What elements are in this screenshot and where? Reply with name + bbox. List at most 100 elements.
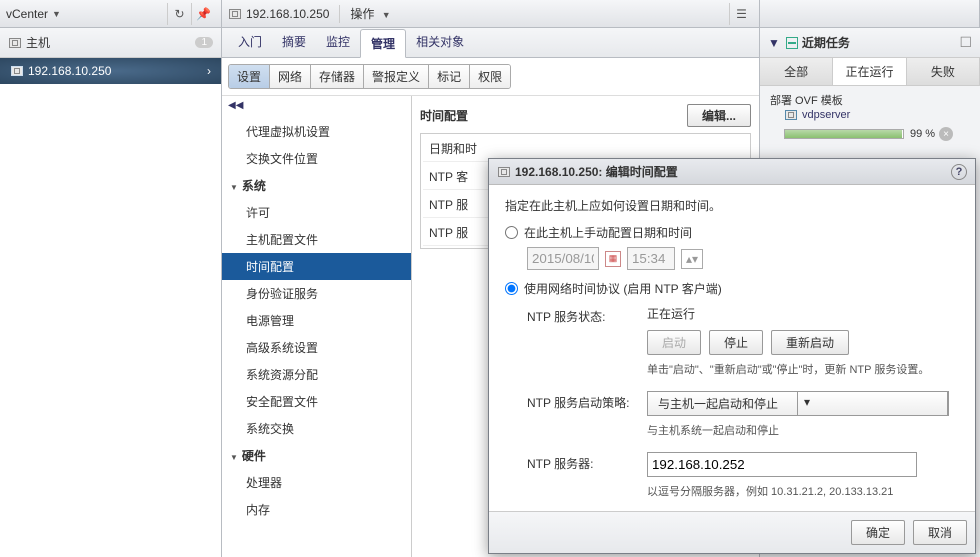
nav-item[interactable]: 处理器 [222,469,411,496]
ntp-status-value: 正在运行 [647,305,959,322]
progress-bar [784,129,904,139]
chevron-right-icon: › [207,64,211,78]
pill-tags[interactable]: 标记 [429,65,470,88]
nav-item[interactable]: 主机配置文件 [222,226,411,253]
dialog-body: 指定在此主机上应如何设置日期和时间。 在此主机上手动配置日期和时间 ▦ ▴▾ 使… [489,185,975,511]
vcenter-dropdown[interactable]: vCenter ▼ ↻ 📌 [0,0,222,27]
dialog-title-ip: 192.168.10.250 [515,165,598,179]
time-field[interactable] [627,247,675,270]
calendar-icon[interactable]: ▦ [605,251,621,267]
nav-item[interactable]: 代理虚拟机设置 [222,118,411,145]
nav-group-system[interactable]: 系统 [222,172,411,199]
radio-manual-input[interactable] [505,226,518,239]
inventory-panel: 主机 1 192.168.10.250 › [0,28,222,557]
tasks-tabstrip: 全部 正在运行 失败 [760,58,980,86]
pill-alarms[interactable]: 警报定义 [364,65,429,88]
refresh-icon[interactable]: ↻ [167,3,191,25]
edit-time-config-dialog: 192.168.10.250: 编辑时间配置 ? 指定在此主机上应如何设置日期和… [488,158,976,554]
pill-network[interactable]: 网络 [270,65,311,88]
lbl-ntp-status: NTP 服务状态: [527,305,647,325]
cancel-button[interactable]: 取消 [913,520,967,545]
inventory-title: 主机 [26,34,50,51]
vcenter-label: vCenter [6,7,48,21]
progress-label: 99 % [910,128,935,140]
filter-icon[interactable]: ☰ [729,3,753,25]
actions-menu[interactable]: 操作 ▼ [350,5,390,22]
help-icon[interactable]: ? [951,164,967,180]
cancel-task-button[interactable]: × [939,127,953,141]
radio-manual-label: 在此主机上手动配置日期和时间 [524,224,692,241]
nav-item[interactable]: 电源管理 [222,307,411,334]
host-icon [497,165,511,179]
sub-toolbar: 设置 网络 存储器 警报定义 标记 权限 [222,58,759,96]
content-title-row: 时间配置 编辑... [420,104,751,127]
object-header: 192.168.10.250 操作 ▼ ☰ [222,0,760,27]
date-field[interactable] [527,247,599,270]
tab-related[interactable]: 相关对象 [406,28,474,57]
ntp-server-input[interactable] [647,452,917,477]
nav-group-hardware[interactable]: 硬件 [222,442,411,469]
radio-manual-time[interactable]: 在此主机上手动配置日期和时间 [505,224,959,241]
tab-summary[interactable]: 摘要 [272,28,316,57]
tab-manage[interactable]: 管理 [360,29,406,58]
task-name: 部署 OVF 模板 [770,92,970,108]
radio-ntp[interactable]: 使用网络时间协议 (启用 NTP 客户端) [505,280,959,297]
edit-button[interactable]: 编辑... [687,104,751,127]
tab-getting-started[interactable]: 入门 [228,28,272,57]
pin-icon[interactable]: 📌 [191,3,215,25]
main-tabstrip: 入门 摘要 监控 管理 相关对象 [222,28,759,58]
rtab-all[interactable]: 全部 [760,58,833,85]
nav-item-time-config[interactable]: 时间配置 [222,253,411,280]
collapse-toggle-icon[interactable]: ▼ [768,36,780,50]
right-top-strip [760,0,980,27]
pill-settings[interactable]: 设置 [229,65,270,88]
nav-item[interactable]: 交换文件位置 [222,145,411,172]
rtab-running[interactable]: 正在运行 [833,58,906,85]
host-icon [8,36,22,50]
nav-item[interactable]: 高级系统设置 [222,334,411,361]
nav-item[interactable]: 许可 [222,199,411,226]
settings-sidenav: ◀◀ 代理虚拟机设置 交换文件位置 系统 许可 主机配置文件 时间配置 身份验证… [222,96,412,557]
dialog-titlebar[interactable]: 192.168.10.250: 编辑时间配置 ? [489,159,975,185]
time-stepper[interactable]: ▴▾ [681,249,703,269]
ok-button[interactable]: 确定 [851,520,905,545]
nav-item[interactable]: 安全配置文件 [222,388,411,415]
task-target-link[interactable]: vdpserver [784,108,850,122]
hint-policy: 与主机系统一起启动和停止 [647,422,959,438]
progress-row: 99 % × [784,127,970,141]
policy-value: 与主机一起启动和停止 [648,392,798,415]
top-bar: vCenter ▼ ↻ 📌 192.168.10.250 操作 ▼ ☰ [0,0,980,28]
lbl-ntp-policy: NTP 服务启动策略: [527,391,647,411]
vm-icon [784,108,798,122]
nav-item[interactable]: 身份验证服务 [222,280,411,307]
host-icon [228,7,242,21]
dialog-description: 指定在此主机上应如何设置日期和时间。 [505,197,959,214]
nav-item[interactable]: 系统交换 [222,415,411,442]
stop-button[interactable]: 停止 [709,330,763,355]
policy-select[interactable]: 与主机一起启动和停止 ▾ [647,391,949,416]
host-icon [10,64,24,78]
rtab-failed[interactable]: 失败 [907,58,980,85]
chevron-down-icon: ▼ [52,9,61,19]
pill-perms[interactable]: 权限 [470,65,510,88]
pill-storage[interactable]: 存储器 [311,65,364,88]
radio-ntp-input[interactable] [505,282,518,295]
chevron-down-icon: ▼ [382,10,391,20]
tree-item-host[interactable]: 192.168.10.250 › [0,58,221,84]
tab-monitor[interactable]: 监控 [316,28,360,57]
manual-time-inputs: ▦ ▴▾ [527,247,959,270]
tasks-title: 近期任务 [802,34,850,51]
nav-item[interactable]: 系统资源分配 [222,361,411,388]
inventory-header: 主机 1 [0,28,221,58]
host-ip-title: 192.168.10.250 [246,7,329,21]
tasks-header: ▼ 近期任务 ☐ [760,28,980,58]
start-button[interactable]: 启动 [647,330,701,355]
restart-button[interactable]: 重新启动 [771,330,849,355]
chevron-down-icon: ▾ [798,392,948,415]
nav-item[interactable]: 内存 [222,496,411,523]
popout-icon[interactable]: ☐ [959,34,972,51]
sub-pillgroup: 设置 网络 存储器 警报定义 标记 权限 [228,64,511,89]
tree-item-label: 192.168.10.250 [28,64,111,78]
dialog-footer: 确定 取消 [489,511,975,553]
collapse-icon[interactable]: ◀◀ [228,100,243,111]
